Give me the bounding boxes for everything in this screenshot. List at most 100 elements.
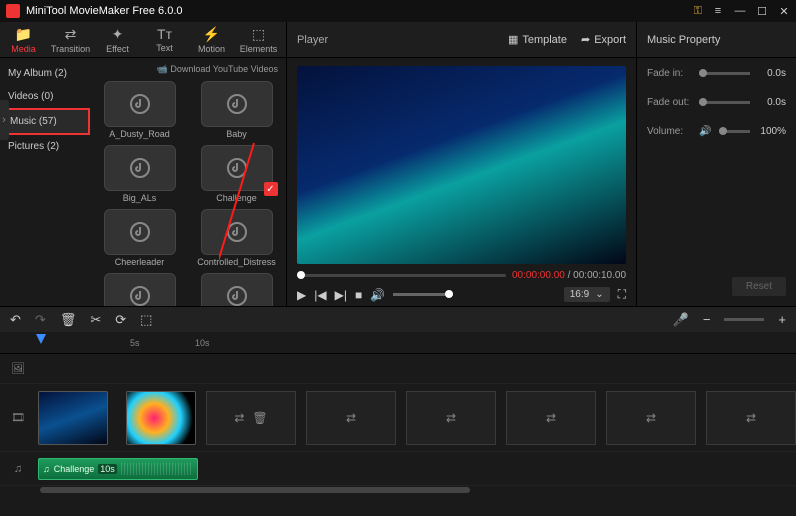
media-icon: 📁 bbox=[15, 26, 32, 43]
timeline-toolbar: ↶ ↷ 🗑 ✂ ⟳ ⬚ 🎤 − + bbox=[0, 306, 796, 332]
video-clip[interactable] bbox=[38, 391, 108, 445]
audio-track-icon: ♫ bbox=[14, 463, 22, 475]
music-thumb[interactable] bbox=[201, 81, 273, 127]
music-thumb[interactable]: ✓ bbox=[201, 145, 273, 191]
music-thumb[interactable] bbox=[201, 209, 273, 255]
clip-slot[interactable]: ⇄🗑 bbox=[206, 391, 296, 445]
playhead[interactable] bbox=[36, 334, 46, 344]
zoom-slider[interactable] bbox=[724, 318, 764, 321]
video-clip[interactable] bbox=[126, 391, 196, 445]
music-property-panel: Fade in: 0.0s Fade out: 0.0s Volume: 🔊 1… bbox=[636, 58, 796, 306]
elements-icon: ⬚ bbox=[252, 26, 265, 43]
sidebar-item[interactable]: My Album (2) bbox=[0, 62, 90, 85]
tool-text[interactable]: TᴛText bbox=[141, 22, 188, 57]
fullscreen-button[interactable]: ⛶ bbox=[618, 287, 626, 302]
zoom-in-button[interactable]: + bbox=[778, 312, 786, 327]
reset-button[interactable]: Reset bbox=[732, 277, 786, 296]
crop-button[interactable]: ⬚ bbox=[140, 312, 152, 328]
sidebar-item[interactable]: Music (57) bbox=[0, 108, 90, 135]
speed-button[interactable]: ⟳ bbox=[115, 312, 126, 328]
delete-button[interactable]: 🗑 bbox=[60, 312, 77, 328]
timeline-scrollbar[interactable] bbox=[0, 486, 796, 494]
expand-panel-tab[interactable]: › bbox=[0, 100, 9, 140]
prev-button[interactable]: |◀ bbox=[314, 288, 326, 302]
timeline-ruler[interactable]: 5s 10s bbox=[0, 332, 796, 354]
menu-icon[interactable]: ≡ bbox=[712, 5, 724, 17]
tool-motion[interactable]: ⚡Motion bbox=[188, 22, 235, 57]
music-thumb[interactable] bbox=[104, 81, 176, 127]
stop-button[interactable]: ■ bbox=[355, 288, 362, 302]
swap-icon: ⇄ bbox=[234, 411, 244, 425]
play-button[interactable]: ▶ bbox=[297, 288, 306, 302]
transition-icon: ⇄ bbox=[65, 26, 77, 43]
music-thumb[interactable] bbox=[104, 209, 176, 255]
next-button[interactable]: ▶| bbox=[335, 288, 347, 302]
music-thumb[interactable] bbox=[104, 145, 176, 191]
main-toolbar: 📁Media⇄Transition✦EffectTᴛText⚡Motion⬚El… bbox=[0, 22, 796, 58]
tool-transition[interactable]: ⇄Transition bbox=[47, 22, 94, 57]
audio-track[interactable]: ♫ ♫Challenge 10s bbox=[0, 452, 796, 486]
volume-prop-slider[interactable] bbox=[719, 130, 750, 133]
fade-out-slider[interactable] bbox=[699, 101, 750, 104]
volume-row: Volume: 🔊 100% bbox=[647, 126, 786, 137]
fade-in-slider[interactable] bbox=[699, 72, 750, 75]
library-item[interactable]: Cheerleader bbox=[94, 209, 185, 267]
sidebar: My Album (2)Videos (0)Music (57)Pictures… bbox=[0, 58, 90, 306]
app-logo-icon bbox=[6, 4, 20, 18]
motion-icon: ⚡ bbox=[203, 26, 220, 43]
sidebar-item[interactable]: Videos (0) bbox=[0, 85, 90, 108]
maximize-button[interactable]: ☐ bbox=[756, 5, 768, 18]
key-icon[interactable]: ⚿ bbox=[694, 5, 702, 18]
library-item[interactable]: Photo Album bbox=[191, 273, 282, 306]
effect-icon: ✦ bbox=[112, 26, 124, 43]
redo-button[interactable]: ↷ bbox=[35, 312, 46, 328]
library-item[interactable]: ✓Challenge bbox=[191, 145, 282, 203]
clip-slot[interactable]: ⇄ bbox=[606, 391, 696, 445]
trash-icon: 🗑 bbox=[252, 411, 267, 425]
tool-elements[interactable]: ⬚Elements bbox=[235, 22, 282, 57]
video-track-icon: 🎞 bbox=[11, 411, 25, 424]
music-thumb[interactable] bbox=[201, 273, 273, 306]
download-youtube-link[interactable]: 📹 Download YouTube Videos bbox=[94, 62, 282, 81]
player-panel: 00:00:00.00 / 00:00:10.00 ▶ |◀ ▶| ■ 🔊 16… bbox=[286, 58, 636, 306]
tool-effect[interactable]: ✦Effect bbox=[94, 22, 141, 57]
scrubber[interactable] bbox=[297, 274, 506, 277]
music-thumb[interactable] bbox=[104, 273, 176, 306]
tool-media[interactable]: 📁Media bbox=[0, 22, 47, 57]
volume-icon[interactable]: 🔊 bbox=[370, 288, 385, 302]
library-item[interactable]: Controlled_Distress bbox=[191, 209, 282, 267]
library-item[interactable]: Baby bbox=[191, 81, 282, 139]
chevron-down-icon: ⌄ bbox=[595, 289, 603, 300]
image-track-icon: 🖼 bbox=[11, 362, 25, 375]
template-button[interactable]: ▦ Template bbox=[508, 33, 567, 46]
fade-out-row: Fade out: 0.0s bbox=[647, 97, 786, 108]
aspect-select[interactable]: 16:9⌄ bbox=[564, 287, 610, 302]
props-header: Music Property bbox=[636, 22, 796, 57]
library-item[interactable]: A_Dusty_Road bbox=[94, 81, 185, 139]
check-icon: ✓ bbox=[264, 182, 278, 196]
clip-slot[interactable]: ⇄ bbox=[306, 391, 396, 445]
close-button[interactable]: ✕ bbox=[778, 5, 790, 18]
minimize-button[interactable]: — bbox=[734, 5, 746, 17]
sidebar-item[interactable]: Pictures (2) bbox=[0, 135, 90, 158]
preview-viewport[interactable] bbox=[297, 66, 626, 264]
clip-slot[interactable]: ⇄ bbox=[406, 391, 496, 445]
split-button[interactable]: ✂ bbox=[90, 312, 101, 328]
audio-clip[interactable]: ♫Challenge 10s bbox=[38, 458, 198, 480]
app-title: MiniTool MovieMaker Free 6.0.0 bbox=[26, 5, 183, 17]
player-label: Player bbox=[297, 34, 328, 46]
volume-slider[interactable] bbox=[393, 293, 453, 296]
undo-button[interactable]: ↶ bbox=[10, 312, 21, 328]
media-library: 📹 Download YouTube Videos A_Dusty_RoadBa… bbox=[90, 58, 286, 306]
clip-slot[interactable]: ⇄ bbox=[706, 391, 796, 445]
library-item[interactable]: Big_ALs bbox=[94, 145, 185, 203]
image-track[interactable]: 🖼 bbox=[0, 354, 796, 384]
zoom-out-button[interactable]: − bbox=[703, 312, 711, 327]
video-track[interactable]: 🎞 ⇄🗑 ⇄ ⇄ ⇄ ⇄ ⇄ bbox=[0, 384, 796, 452]
mic-icon[interactable]: 🎤 bbox=[673, 312, 689, 328]
export-button[interactable]: ➦ Export bbox=[581, 33, 626, 46]
clip-slot[interactable]: ⇄ bbox=[506, 391, 596, 445]
timecode: 00:00:00.00 / 00:00:10.00 bbox=[512, 270, 626, 281]
volume-prop-icon: 🔊 bbox=[699, 126, 711, 137]
library-item[interactable]: Our Love Story bbox=[94, 273, 185, 306]
